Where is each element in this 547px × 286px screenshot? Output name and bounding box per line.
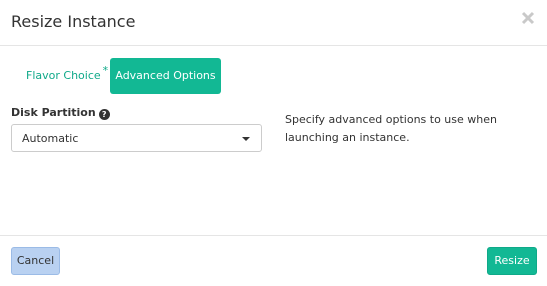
tab-flavor-choice[interactable]: Flavor Choice * [11,58,108,94]
required-marker: * [102,64,109,77]
disk-partition-label-text: Disk Partition [11,106,96,119]
modal-header: Resize Instance [0,0,547,46]
modal-footer: Cancel Resize [0,235,547,286]
disk-partition-selected-value: Automatic [22,132,79,145]
resize-button[interactable]: Resize [487,247,537,275]
cancel-button[interactable]: Cancel [11,247,60,275]
disk-partition-select[interactable]: Automatic [11,124,262,152]
tab-advanced-options[interactable]: Advanced Options [110,58,221,94]
disk-partition-label: Disk Partition? [11,106,110,120]
caret-down-icon [242,137,250,141]
close-icon-glyph [521,11,535,25]
resize-instance-modal: Resize Instance Flavor Choice * Advanced … [0,0,547,286]
advanced-options-help-text: Specify advanced options to use when lau… [285,113,497,144]
tab-flavor-choice-label: Flavor Choice [26,69,101,82]
close-icon[interactable] [521,10,535,25]
tab-advanced-options-label: Advanced Options [115,69,216,82]
question-circle-icon[interactable]: ? [98,109,110,120]
modal-title: Resize Instance [11,12,136,31]
